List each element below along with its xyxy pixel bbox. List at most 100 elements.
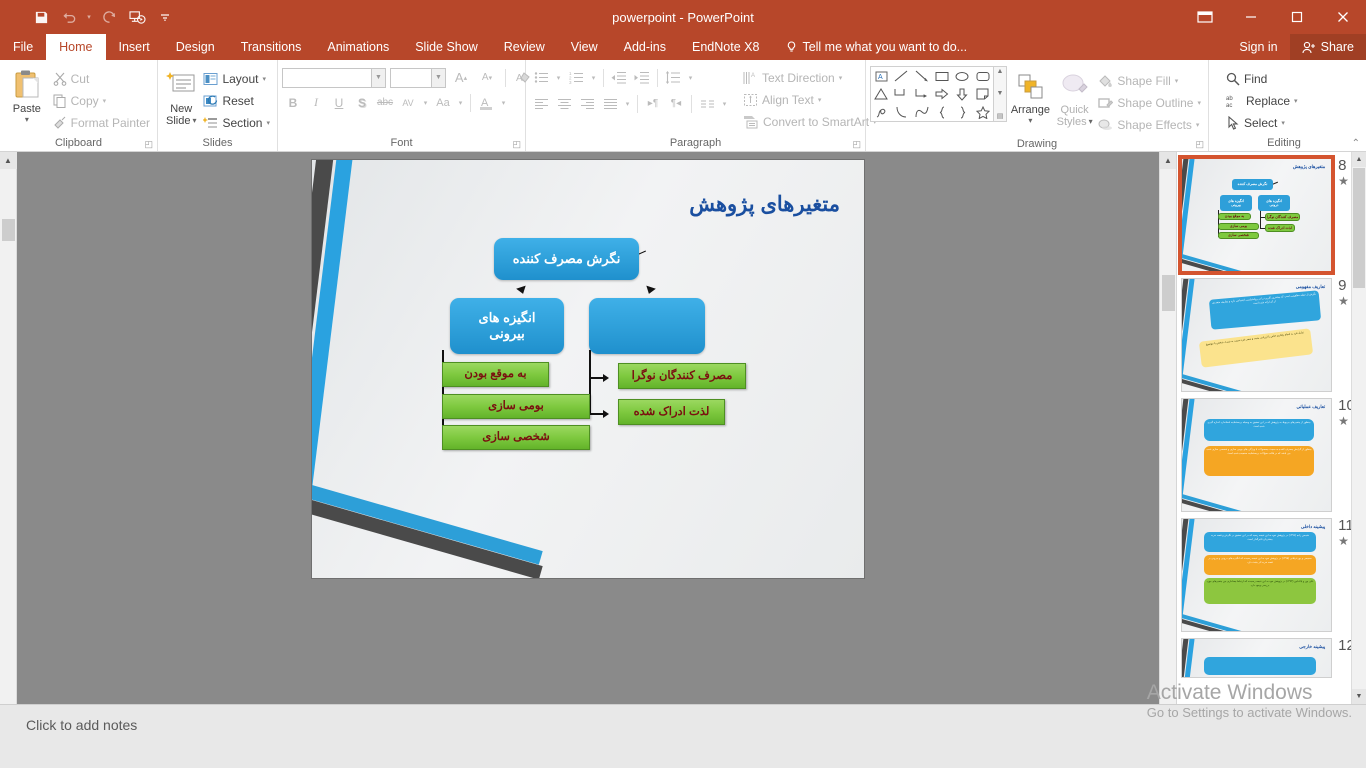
elbow-arrow-icon[interactable] [912,85,932,103]
left-scroll-thumb[interactable] [2,219,15,241]
tab-view[interactable]: View [558,34,611,60]
tab-home[interactable]: Home [46,34,105,60]
slide-title[interactable]: متغیرهای پژوهش [689,192,840,217]
font-size-input[interactable] [390,68,432,88]
shapes-scroll-down-icon[interactable]: ▼ [997,90,1004,97]
share-button[interactable]: Share [1290,34,1366,60]
shape-effects-button[interactable]: Shape Effects ▾ [1095,114,1204,136]
font-size-combo[interactable]: ▼ [390,68,446,88]
shapes-gallery[interactable]: A [870,66,994,122]
left-to-right-icon[interactable]: ▸¶ [642,93,664,114]
minimize-button[interactable] [1228,0,1274,34]
convert-to-smartart-button[interactable]: Convert to SmartArt ▾ [740,111,880,133]
tab-transitions[interactable]: Transitions [228,34,315,60]
line-spacing-caret[interactable]: ▾ [685,67,696,88]
thumbnail-10-canvas[interactable]: تعاریف عملیاتی منظور از متغیرهای مربوط ب… [1181,398,1332,512]
redo-icon[interactable] [96,5,122,29]
customize-qat-icon[interactable] [152,5,178,29]
shape-outline-button[interactable]: Shape Outline ▾ [1095,92,1204,114]
save-icon[interactable] [28,5,54,29]
layout-button[interactable]: Layout ▾ [200,68,273,90]
slide-scroll-up-icon[interactable]: ▲ [1160,152,1177,169]
node-root[interactable]: نگرش مصرف کننده [494,238,639,280]
node-left-item-3[interactable]: شخصی سازی [442,425,590,450]
collapse-ribbon-icon[interactable]: ⌃ [1352,138,1360,149]
numbering-icon[interactable]: 123 [565,67,587,88]
left-brace-icon[interactable] [932,103,952,121]
font-name-caret[interactable]: ▼ [372,68,386,88]
tab-endnote-x8[interactable]: EndNote X8 [679,34,772,60]
curve-icon[interactable] [912,103,932,121]
right-to-left-icon[interactable]: ¶◂ [665,93,687,114]
text-shadow-button[interactable]: S [351,92,373,113]
justify-icon[interactable] [599,93,621,114]
paste-dropdown-caret[interactable]: ▾ [25,115,29,124]
align-right-icon[interactable] [576,93,598,114]
character-spacing-button[interactable]: AV [397,92,419,113]
star-icon[interactable] [973,103,993,121]
select-button[interactable]: Select ▾ [1223,112,1301,134]
new-slide-dropdown-caret[interactable]: ▾ [192,115,196,127]
shape-fill-caret[interactable]: ▾ [1175,77,1179,85]
down-arrow-icon[interactable] [952,85,972,103]
grow-font-button[interactable]: A▴ [450,67,472,88]
font-color-caret[interactable]: ▾ [498,92,509,113]
clipboard-dialog-launcher[interactable]: ◰ [144,139,153,150]
thumbnail-slide-9[interactable]: تعاریف مفهومی نگرش از جمله مفاهیمی است ک… [1177,272,1366,392]
thumbnail-scrollbar[interactable]: ▲ ▼ [1351,152,1366,704]
node-right-branch[interactable] [589,298,705,354]
tab-review[interactable]: Review [491,34,558,60]
tab-slide-show[interactable]: Slide Show [402,34,491,60]
tell-me-box[interactable]: Tell me what you want to do... [786,34,967,60]
left-scroll-up-icon[interactable]: ▲ [0,152,17,169]
shrink-font-button[interactable]: A▾ [476,67,498,88]
shapes-more-icon[interactable]: ▤ [997,112,1004,120]
thumbnail-9-canvas[interactable]: تعاریف مفهومی نگرش از جمله مفاهیمی است ک… [1181,278,1332,392]
paste-button[interactable]: Paste ▾ [4,65,50,124]
thumbnail-slide-10[interactable]: تعاریف عملیاتی منظور از متغیرهای مربوط ب… [1177,392,1366,512]
numbering-caret[interactable]: ▾ [588,67,599,88]
ribbon-display-options-icon[interactable] [1182,0,1228,34]
line-spacing-icon[interactable] [662,67,684,88]
copy-button[interactable]: Copy ▾ [50,90,153,112]
font-color-button[interactable]: A [475,92,497,113]
tab-animations[interactable]: Animations [314,34,402,60]
arrange-button[interactable]: Arrange ▾ [1007,66,1054,125]
reset-button[interactable]: Reset [200,90,273,112]
align-left-icon[interactable] [530,93,552,114]
slide-scroll-thumb[interactable] [1162,275,1175,311]
node-right-item-2[interactable]: لذت ادراک شده [618,399,725,425]
text-box-icon[interactable]: A [871,67,891,85]
text-direction-button[interactable]: A Text Direction ▾ [740,67,880,89]
start-slideshow-icon[interactable] [124,5,150,29]
font-size-caret[interactable]: ▼ [432,68,446,88]
thumbnail-11-canvas[interactable]: پیشینه داخلی شمس زاده (۱۳۹۶) در پژوهش خو… [1181,518,1332,632]
change-case-button[interactable]: Aa [432,92,454,113]
shapes-scroll-up-icon[interactable]: ▲ [997,68,1004,75]
tab-add-ins[interactable]: Add-ins [611,34,679,60]
decrease-indent-icon[interactable] [608,67,630,88]
arc-icon[interactable] [891,103,911,121]
layout-caret[interactable]: ▾ [262,75,266,83]
font-name-input[interactable] [282,68,372,88]
scribble-icon[interactable] [871,103,891,121]
align-center-icon[interactable] [553,93,575,114]
shape-effects-caret[interactable]: ▾ [1196,121,1200,129]
quick-styles-caret[interactable]: ▾ [1089,116,1093,128]
maximize-button[interactable] [1274,0,1320,34]
quick-styles-button[interactable]: Quick Styles ▾ [1054,66,1096,128]
close-button[interactable] [1320,0,1366,34]
strikethrough-button[interactable]: abc [374,92,396,113]
increase-indent-icon[interactable] [631,67,653,88]
section-button[interactable]: Section ▾ [200,112,273,134]
replace-button[interactable]: abac Replace ▾ [1223,90,1301,112]
caret-undo-icon[interactable]: ▾ [84,5,94,29]
right-arrow-icon[interactable] [932,85,952,103]
node-left-item-2[interactable]: بومی سازی [442,394,590,419]
new-slide-button[interactable]: New Slide ▾ [162,65,200,127]
underline-button[interactable]: U [328,92,350,113]
bullets-icon[interactable] [530,67,552,88]
bullets-caret[interactable]: ▾ [553,67,564,88]
sign-in-button[interactable]: Sign in [1227,34,1289,60]
select-caret[interactable]: ▾ [1281,119,1285,127]
